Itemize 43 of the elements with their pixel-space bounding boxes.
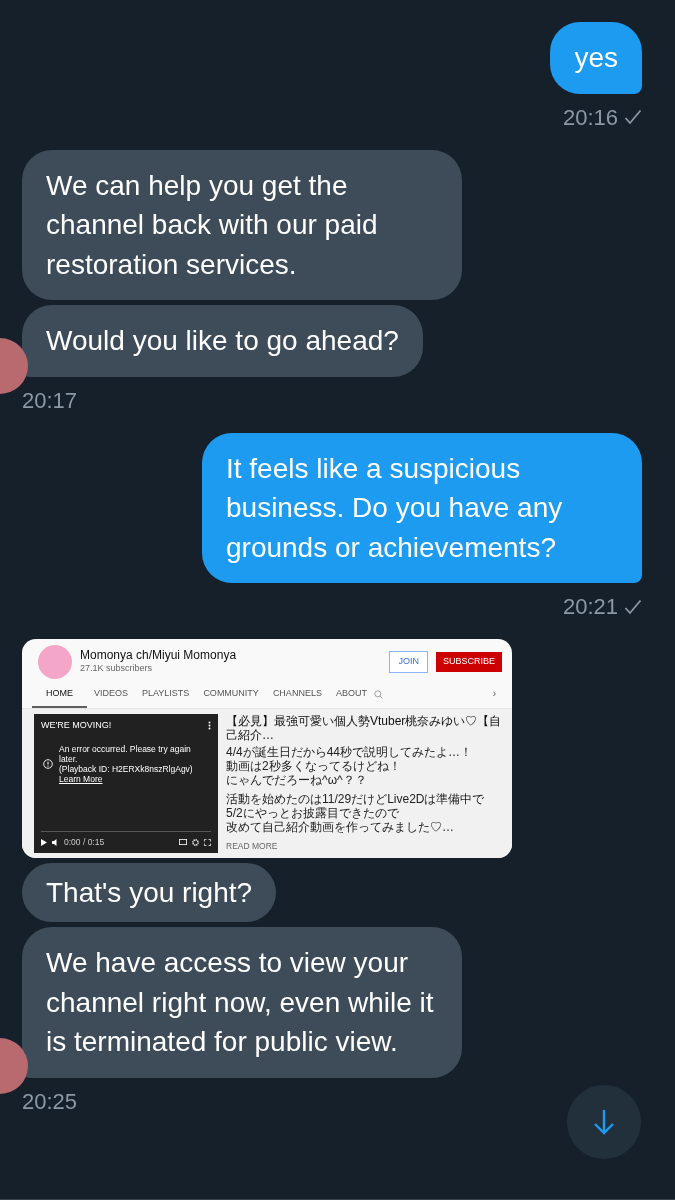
message-bubble: That's you right? — [22, 862, 277, 922]
avatar — [38, 645, 72, 679]
message-bubble: We can help you get the channel back with our paid restoration services. — [22, 149, 462, 300]
channel-tab[interactable]: PLAYLISTS — [135, 683, 197, 707]
more-icon[interactable] — [208, 720, 211, 730]
description-line: 5/2にやっとお披露目できたので — [226, 805, 400, 820]
play-icon[interactable] — [41, 838, 47, 846]
gear-icon[interactable] — [192, 838, 199, 846]
chevron-icon[interactable]: › — [486, 686, 502, 704]
description-line: 4/4が誕生日だから44秒で説明してみたよ…！ — [226, 744, 474, 759]
channel-tab[interactable]: HOME — [32, 682, 87, 708]
arrow-down-icon — [593, 1109, 615, 1135]
join-button[interactable]: JOIN — [389, 651, 428, 673]
timestamp: 20:17 — [22, 386, 78, 415]
message-bubble: It feels like a suspicious business. Do you have any grounds or achievements? — [202, 432, 642, 583]
fullscreen-icon[interactable] — [204, 838, 211, 846]
channel-tab[interactable]: VIDEOS — [87, 683, 135, 707]
subscribe-button[interactable]: SUBSCRIBE — [436, 652, 502, 672]
description-line: 活動を始めたのは11/29だけどLive2Dは準備中で — [226, 791, 486, 806]
timestamp: 20:21 — [562, 593, 618, 621]
subscriber-count: 27.1K subscribers — [80, 662, 154, 676]
captions-icon[interactable] — [179, 839, 187, 846]
read-more-link[interactable]: READ MORE — [226, 838, 506, 853]
channel-tab[interactable]: COMMUNITY — [196, 683, 266, 707]
video-time: 0:00 / 0:15 — [64, 835, 105, 849]
message-bubble: We have access to view your channel right now, even while it is terminated for public view. — [22, 927, 462, 1078]
message-bubble: Would you like to go ahead? — [22, 305, 423, 377]
playback-id: (Playback ID: H2ERXk8nszRlgAgv) — [59, 764, 194, 774]
learn-more-link[interactable]: Learn More — [59, 774, 211, 784]
error-message: An error occurred. Please try again later. — [59, 744, 192, 764]
channel-name: Momonya ch/Miyui Momonya — [80, 648, 237, 663]
timestamp: 20:25 — [22, 1087, 78, 1116]
message-bubble: yes — [550, 22, 642, 94]
video-title: WE'RE MOVING! — [41, 718, 112, 732]
description-line: 動画は2秒多くなってるけどね！ — [226, 758, 402, 773]
error-icon — [43, 759, 53, 769]
volume-icon[interactable] — [52, 838, 59, 846]
video-description-title: 【必見】最強可愛い個人勢Vtuber桃奈みゆい♡【自己紹介… — [226, 713, 503, 742]
description-line: にゃんでだろーね^ω^？？ — [226, 772, 368, 787]
channel-tab[interactable]: ABOUT — [328, 683, 374, 707]
channel-tab[interactable]: CHANNELS — [265, 683, 329, 707]
description-line: 改めて自己紹介動画を作ってみました♡… — [226, 819, 455, 834]
timestamp: 20:16 — [562, 103, 618, 132]
